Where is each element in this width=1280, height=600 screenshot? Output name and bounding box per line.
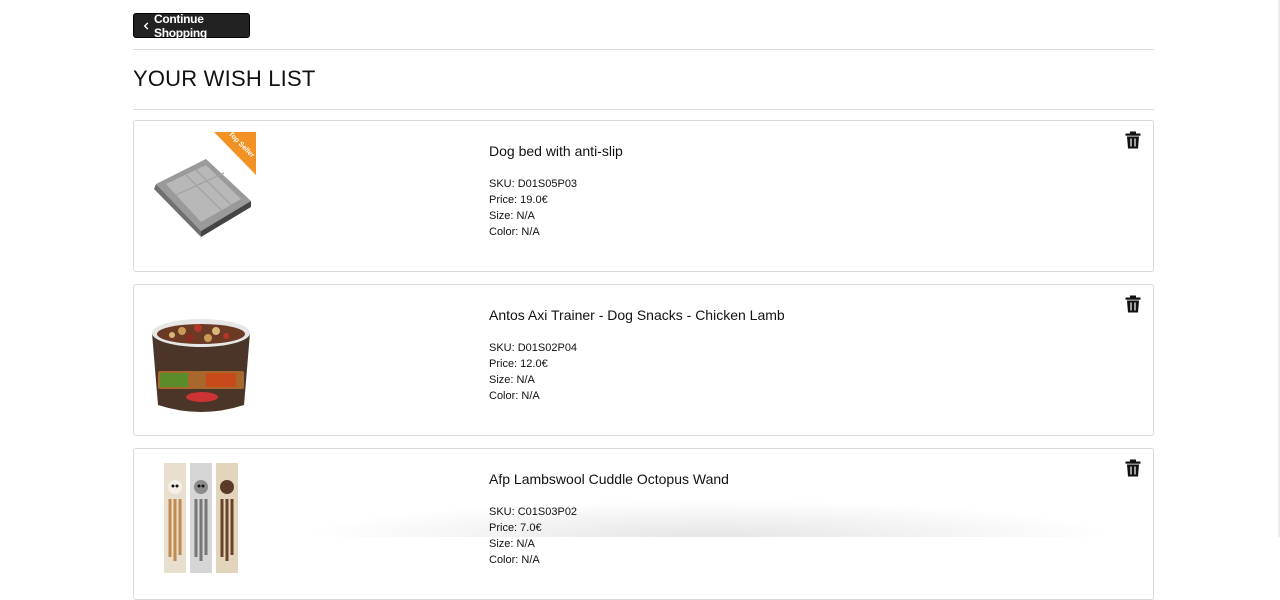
product-image[interactable]: Top Seller (146, 129, 256, 259)
trash-icon[interactable] (1125, 459, 1141, 477)
chevron-left-icon (143, 21, 149, 30)
product-name[interactable]: Antos Axi Trainer - Dog Snacks - Chicken… (489, 307, 785, 323)
wishlist-item: Antos Axi Trainer - Dog Snacks - Chicken… (133, 284, 1154, 436)
product-image[interactable] (146, 457, 256, 587)
product-color: Color: N/A (489, 390, 540, 402)
product-name[interactable]: Afp Lambswool Cuddle Octopus Wand (489, 471, 729, 487)
product-name[interactable]: Dog bed with anti-slip (489, 143, 623, 159)
product-size: Size: N/A (489, 374, 535, 386)
divider (133, 109, 1154, 110)
product-sku: SKU: D01S05P03 (489, 178, 578, 190)
trash-icon[interactable] (1125, 131, 1141, 149)
product-price: Price: 7.0€ (489, 522, 542, 534)
product-details: SKU: C01S03P02 Price: 7.0€ Size: N/A Col… (489, 504, 577, 568)
product-color: Color: N/A (489, 554, 540, 566)
continue-shopping-button[interactable]: Continue Shopping (133, 11, 250, 40)
dog-bed-icon: Top Seller (154, 131, 256, 237)
product-sku: SKU: D01S02P04 (489, 342, 578, 354)
product-image[interactable] (146, 293, 256, 423)
product-price: Price: 19.0€ (489, 194, 548, 206)
wishlist-item: Top Seller Dog bed with anti-slip SKU: D… (133, 120, 1154, 272)
product-details: SKU: D01S02P04 Price: 12.0€ Size: N/A Co… (489, 340, 577, 404)
product-color: Color: N/A (489, 226, 540, 238)
product-sku: SKU: C01S03P02 (489, 506, 578, 518)
product-size: Size: N/A (489, 210, 535, 222)
wishlist-item: Afp Lambswool Cuddle Octopus Wand SKU: C… (133, 448, 1154, 600)
trash-icon[interactable] (1125, 295, 1141, 313)
page-title: YOUR WISH LIST (133, 66, 316, 91)
product-price: Price: 12.0€ (489, 358, 548, 370)
octopus-wand-icon (164, 463, 238, 573)
product-details: SKU: D01S05P03 Price: 19.0€ Size: N/A Co… (489, 176, 577, 240)
divider (133, 49, 1154, 50)
snack-tub-icon (152, 319, 250, 412)
product-size: Size: N/A (489, 538, 535, 550)
continue-shopping-label: Continue Shopping (154, 11, 207, 40)
